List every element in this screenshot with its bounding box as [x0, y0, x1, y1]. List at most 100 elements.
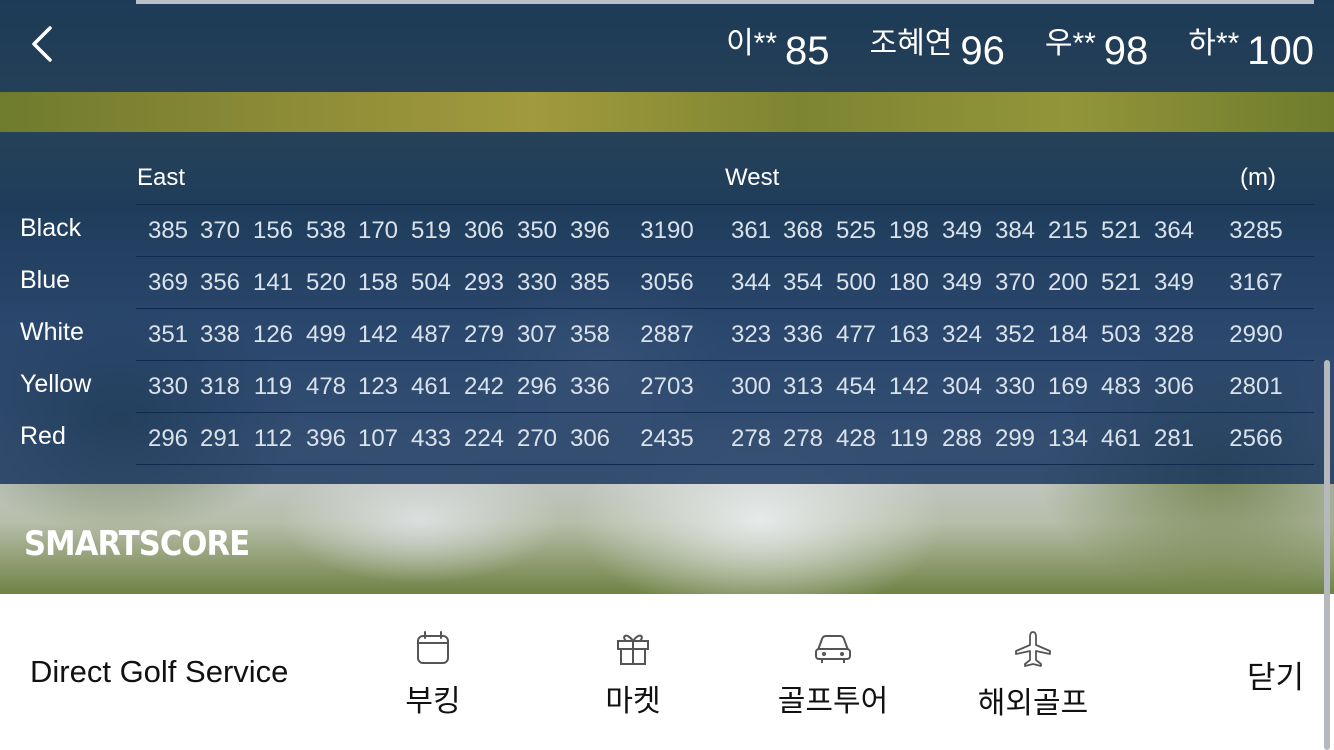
- player-score-2: 조혜연 96: [870, 28, 1005, 74]
- west-hole-2-distance: 368: [782, 217, 824, 244]
- east-hole-8-distance: 307: [516, 321, 558, 348]
- unit-label: (m): [1240, 164, 1276, 191]
- east-hole-9-distance: 306: [569, 425, 611, 452]
- table-row: 351 338 126 499 142 487 279 307 358 2887 323 336 477…: [136, 308, 1314, 361]
- west-hole-9-distance: 328: [1153, 321, 1195, 348]
- player-name: 이**: [726, 27, 778, 60]
- west-hole-8-distance: 483: [1100, 373, 1142, 400]
- chevron-left-icon: [32, 26, 52, 62]
- west-hole-3-distance: 500: [835, 269, 877, 296]
- player-score: 98: [1103, 29, 1149, 73]
- back-button[interactable]: [22, 22, 66, 66]
- west-total: 3285: [1229, 217, 1283, 244]
- east-hole-3-distance: 119: [253, 373, 293, 400]
- east-hole-2-distance: 338: [199, 321, 241, 348]
- east-hole-1-distance: 330: [147, 373, 189, 400]
- east-hole-4-distance: 499: [305, 321, 347, 348]
- east-hole-7-distance: 224: [463, 425, 505, 452]
- west-hole-3-distance: 428: [835, 425, 877, 452]
- nav-label: 마켓: [605, 685, 661, 718]
- table-row: 296 291 112 396 107 433 224 270 306 2435 278 278 428…: [136, 412, 1314, 465]
- west-hole-1-distance: 278: [730, 425, 772, 452]
- grass-band: [0, 92, 1334, 132]
- west-course-label: West: [725, 164, 780, 191]
- west-hole-7-distance: 184: [1047, 321, 1089, 348]
- car-icon: [815, 635, 851, 663]
- west-hole-4-distance: 198: [888, 217, 930, 244]
- player-score: 96: [960, 29, 1005, 73]
- table-row: 369 356 141 520 158 504 293 330 385 3056 344 354 500…: [136, 256, 1314, 309]
- west-hole-5-distance: 349: [941, 269, 983, 296]
- west-hole-9-distance: 349: [1153, 269, 1195, 296]
- west-hole-5-distance: 304: [941, 373, 983, 400]
- west-hole-2-distance: 278: [782, 425, 824, 452]
- scrollbar[interactable]: [1324, 360, 1330, 750]
- west-total: 3167: [1229, 269, 1283, 296]
- west-hole-1-distance: 361: [730, 217, 772, 244]
- east-hole-6-distance: 504: [410, 269, 452, 296]
- east-total: 3190: [640, 217, 694, 244]
- brand-logo-text: SMARTSCORE: [24, 524, 250, 564]
- table-row: 330 318 119 478 123 461 242 296 336 2703 300 313 454…: [136, 360, 1314, 413]
- west-hole-3-distance: 454: [835, 373, 877, 400]
- player-score: 85: [785, 29, 830, 73]
- west-hole-3-distance: 525: [835, 217, 877, 244]
- top-divider: [136, 0, 1314, 4]
- west-hole-9-distance: 281: [1153, 425, 1195, 452]
- close-button[interactable]: 닫기: [1247, 652, 1304, 697]
- east-hole-4-distance: 520: [305, 269, 347, 296]
- east-hole-1-distance: 351: [147, 321, 189, 348]
- nav-label: 부킹: [405, 685, 461, 718]
- east-hole-8-distance: 350: [516, 217, 558, 244]
- west-hole-5-distance: 349: [941, 217, 983, 244]
- east-hole-6-distance: 461: [410, 373, 452, 400]
- airplane-icon: [1015, 631, 1051, 667]
- east-hole-1-distance: 369: [147, 269, 189, 296]
- gift-icon: [617, 634, 649, 665]
- west-hole-1-distance: 300: [730, 373, 772, 400]
- nav-golf-tour[interactable]: 골프투어: [753, 630, 913, 720]
- tee-label-black: Black: [20, 214, 82, 242]
- west-hole-7-distance: 215: [1047, 217, 1089, 244]
- east-hole-7-distance: 279: [463, 321, 505, 348]
- table-row: 385 370 156 538 170 519 306 350 396 3190 361 368 525…: [136, 204, 1314, 257]
- west-hole-4-distance: 163: [888, 321, 930, 348]
- player-scores: 이** 85 조혜연 96 우** 98 하** 100: [686, 18, 1314, 74]
- west-hole-2-distance: 354: [782, 269, 824, 296]
- east-hole-5-distance: 123: [357, 373, 399, 400]
- east-course-label: East: [137, 164, 186, 191]
- nav-label: 골프투어: [777, 685, 889, 718]
- east-hole-3-distance: 112: [253, 425, 293, 452]
- course-yardage-table: East West (m) Black 385 370 156 538 170 519 306…: [0, 132, 1334, 484]
- west-hole-8-distance: 521: [1100, 217, 1142, 244]
- player-score: 100: [1247, 29, 1314, 73]
- east-hole-5-distance: 107: [357, 425, 399, 452]
- west-total: 2566: [1229, 425, 1283, 452]
- east-total: 3056: [640, 269, 694, 296]
- west-total: 2801: [1229, 373, 1283, 400]
- west-hole-2-distance: 313: [782, 373, 824, 400]
- east-hole-5-distance: 142: [357, 321, 399, 348]
- player-name: 하**: [1188, 27, 1240, 60]
- east-hole-9-distance: 396: [569, 217, 611, 244]
- tee-label-blue: Blue: [20, 266, 71, 294]
- east-total: 2435: [640, 425, 694, 452]
- nav-market[interactable]: 마켓: [553, 630, 713, 720]
- nav-booking[interactable]: 부킹: [353, 630, 513, 720]
- east-hole-5-distance: 170: [357, 217, 399, 244]
- west-hole-9-distance: 306: [1153, 373, 1195, 400]
- east-hole-6-distance: 519: [410, 217, 452, 244]
- east-hole-3-distance: 126: [252, 321, 294, 348]
- bottom-service-bar: Direct Golf Service 부킹 마켓 골프투어 해외골프 닫기: [0, 594, 1334, 750]
- east-hole-8-distance: 270: [516, 425, 558, 452]
- player-score-1: 이** 85: [726, 28, 829, 74]
- west-hole-4-distance: 119: [889, 425, 929, 452]
- east-hole-8-distance: 330: [516, 269, 558, 296]
- west-hole-8-distance: 521: [1100, 269, 1142, 296]
- east-hole-3-distance: 141: [252, 269, 294, 296]
- east-hole-2-distance: 356: [199, 269, 241, 296]
- east-hole-6-distance: 433: [410, 425, 452, 452]
- east-hole-1-distance: 296: [147, 425, 189, 452]
- west-hole-9-distance: 364: [1153, 217, 1195, 244]
- nav-overseas-golf[interactable]: 해외골프: [953, 630, 1113, 722]
